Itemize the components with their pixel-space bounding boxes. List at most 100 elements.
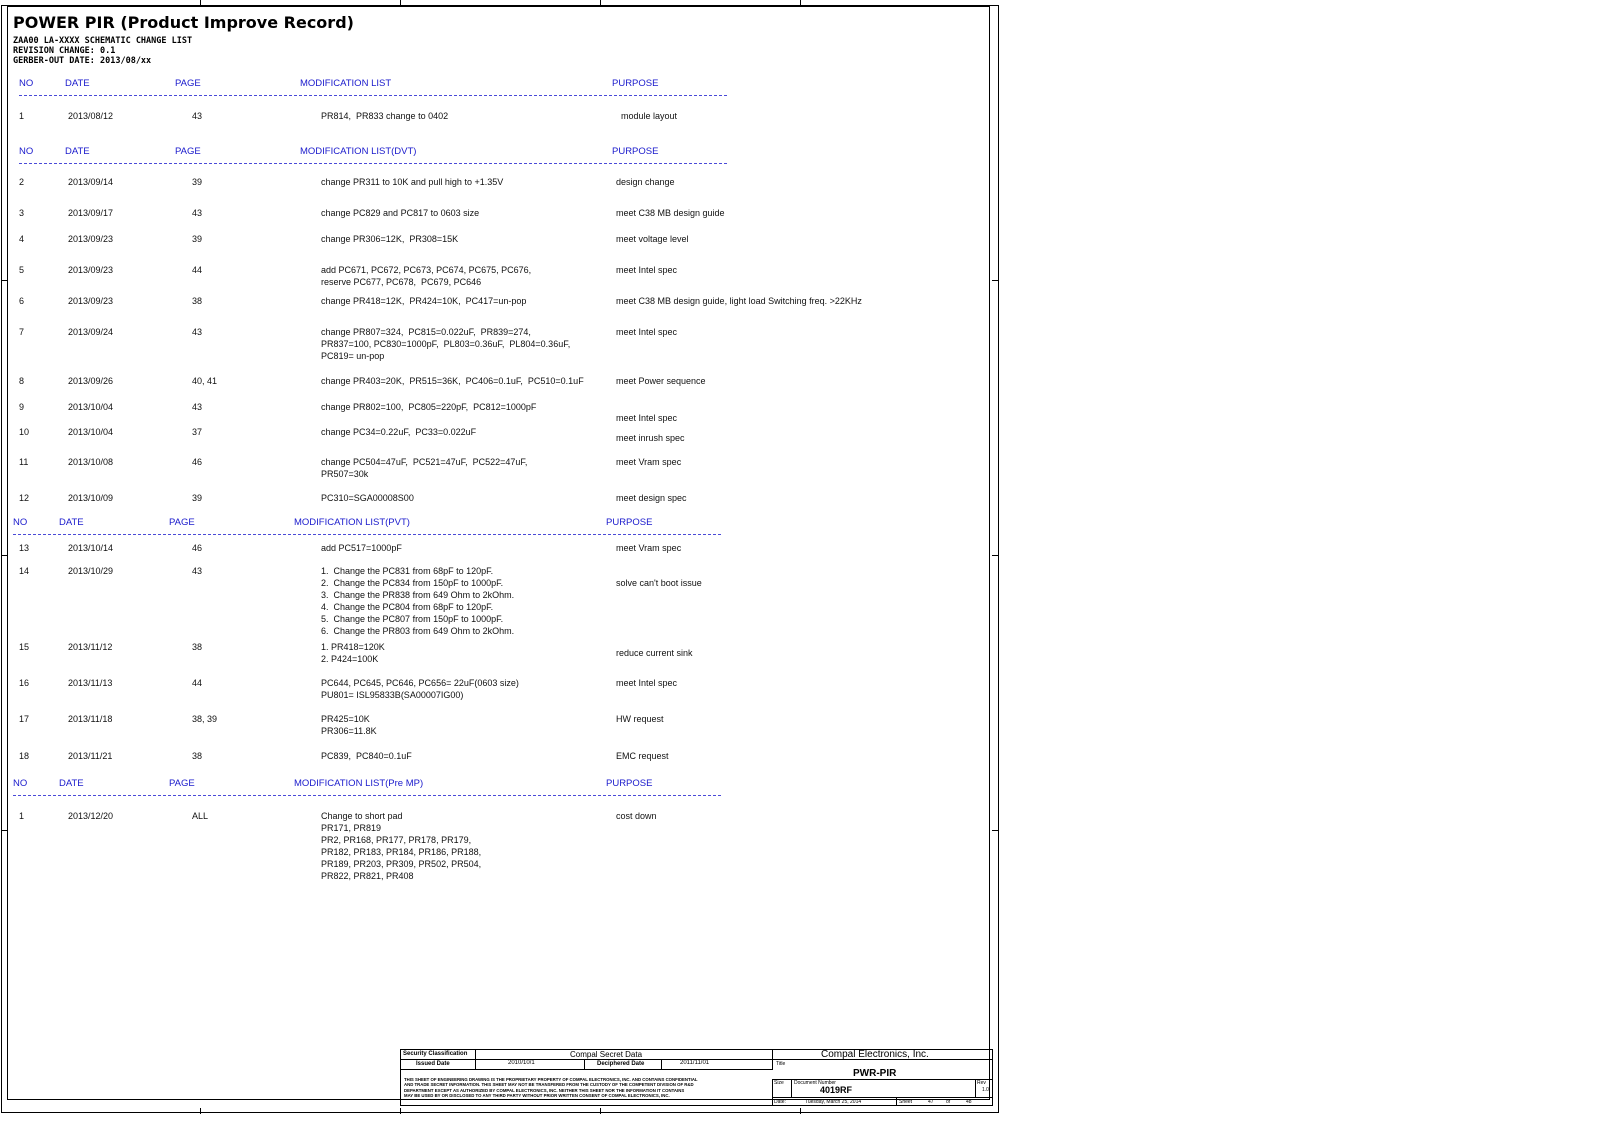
row-page: 38 xyxy=(192,296,203,306)
row-number: 13 xyxy=(19,543,30,553)
row-modification: PR814, PR833 change to 0402 xyxy=(321,111,449,121)
row-modification: change PR418=12K, PR424=10K, PC417=un-po… xyxy=(321,296,527,306)
zone-tick xyxy=(992,555,998,556)
row-date: 2013/12/20 xyxy=(68,811,114,821)
drawing-border-inner xyxy=(7,6,990,1100)
zone-tick xyxy=(1,280,7,281)
row-modification: change PR807=324, PC815=0.022uF, PR839=2… xyxy=(321,327,571,361)
column-header-modification-list: MODIFICATION LIST(DVT) xyxy=(300,146,417,157)
row-page: 39 xyxy=(192,177,203,187)
row-purpose: design change xyxy=(616,177,675,187)
row-page: 43 xyxy=(192,111,203,121)
header-divider xyxy=(19,95,727,96)
zone-tick xyxy=(992,280,998,281)
row-modification: change PC504=47uF, PC521=47uF, PC522=47u… xyxy=(321,457,528,479)
zone-tick xyxy=(600,0,601,6)
row-number: 11 xyxy=(19,457,29,467)
company-name: Compal Electronics, Inc. xyxy=(821,1049,929,1060)
row-purpose: EMC request xyxy=(616,751,669,761)
zone-tick xyxy=(600,1108,601,1114)
row-page: 43 xyxy=(192,208,203,218)
row-page: 40, 41 xyxy=(192,376,218,386)
row-date: 2013/08/12 xyxy=(68,111,114,121)
rev-label: Rev xyxy=(977,1080,986,1086)
row-modification: change PR306=12K, PR308=15K xyxy=(321,234,459,244)
row-number: 2 xyxy=(19,177,25,187)
size-label: Size xyxy=(774,1080,784,1086)
document-number-value: 4019RF xyxy=(820,1085,853,1095)
row-purpose: reduce current sink xyxy=(616,648,693,658)
row-page: 44 xyxy=(192,678,203,688)
row-page: ALL xyxy=(192,811,209,821)
column-header-no: NO xyxy=(13,778,28,789)
issued-date-value: 2010/10/1 xyxy=(508,1060,535,1066)
column-header-no: NO xyxy=(19,146,34,157)
row-date: 2013/10/04 xyxy=(68,402,114,412)
compal-secret-data-label: Compal Secret Data xyxy=(570,1050,643,1059)
issued-date-label: Issued Date xyxy=(416,1061,450,1067)
row-modification: PR425=10K PR306=11.8K xyxy=(321,714,377,736)
row-purpose: meet design spec xyxy=(616,493,687,503)
row-purpose: meet inrush spec xyxy=(616,433,685,443)
row-page: 38, 39 xyxy=(192,714,218,724)
row-modification: change PR311 to 10K and pull high to +1.… xyxy=(321,177,504,187)
row-number: 8 xyxy=(19,376,25,386)
row-number: 1 xyxy=(19,111,25,121)
of-label: of xyxy=(946,1099,951,1105)
deciphered-date-value: 2011/11/01 xyxy=(680,1060,710,1066)
row-purpose: solve can't boot issue xyxy=(616,578,702,588)
page-title: POWER PIR (Product Improve Record) xyxy=(13,13,354,32)
row-date: 2013/09/24 xyxy=(68,327,114,337)
row-purpose: meet Vram spec xyxy=(616,543,682,553)
title-field-label: Title xyxy=(776,1061,786,1067)
row-date: 2013/11/12 xyxy=(68,642,113,652)
revision-change-label: REVISION CHANGE: 0.1 xyxy=(13,46,116,56)
row-date: 2013/09/23 xyxy=(68,265,114,275)
row-number: 12 xyxy=(19,493,30,503)
row-page: 43 xyxy=(192,327,203,337)
row-purpose: meet Intel spec xyxy=(616,413,678,423)
row-page: 39 xyxy=(192,234,203,244)
deciphered-date-label: Deciphered Date xyxy=(597,1061,645,1067)
column-header-purpose: PURPOSE xyxy=(612,78,659,89)
row-number: 7 xyxy=(19,327,25,337)
zone-tick xyxy=(992,830,998,831)
sheet-number: 47 xyxy=(928,1099,934,1105)
column-header-purpose: PURPOSE xyxy=(606,778,653,789)
row-modification: change PC34=0.22uF, PC33=0.022uF xyxy=(321,427,477,437)
security-classification-label: Security Classification xyxy=(403,1051,468,1057)
row-number: 18 xyxy=(19,751,30,761)
column-header-modification-list: MODIFICATION LIST(PVT) xyxy=(294,517,410,528)
row-date: 2013/10/04 xyxy=(68,427,114,437)
row-date: 2013/10/14 xyxy=(68,543,114,553)
total-sheets: 48 xyxy=(966,1099,972,1105)
row-page: 38 xyxy=(192,642,203,652)
zone-tick xyxy=(400,0,401,6)
row-modification: change PR403=20K, PR515=36K, PC406=0.1uF… xyxy=(321,376,584,386)
row-purpose: meet C38 MB design guide, light load Swi… xyxy=(616,296,862,306)
row-date: 2013/09/14 xyxy=(68,177,114,187)
drawing-title: PWR-PIR xyxy=(853,1068,897,1079)
column-header-date: DATE xyxy=(65,78,90,89)
header-divider xyxy=(13,795,721,796)
row-modification: change PC829 and PC817 to 0603 size xyxy=(321,208,480,218)
row-modification: 1. Change the PC831 from 68pF to 120pF. … xyxy=(321,566,515,636)
date-label: Date: xyxy=(774,1099,786,1105)
column-header-purpose: PURPOSE xyxy=(606,517,653,528)
row-number: 5 xyxy=(19,265,25,275)
row-modification: PC644, PC645, PC646, PC656= 22uF(0603 si… xyxy=(321,678,519,700)
row-modification: change PR802=100, PC805=220pF, PC812=100… xyxy=(321,402,537,412)
row-page: 44 xyxy=(192,265,203,275)
row-modification: PC839, PC840=0.1uF xyxy=(321,751,412,761)
column-header-date: DATE xyxy=(65,146,90,157)
column-header-date: DATE xyxy=(59,517,84,528)
row-date: 2013/10/29 xyxy=(68,566,114,576)
row-number: 9 xyxy=(19,402,25,412)
row-number: 14 xyxy=(19,566,30,576)
row-page: 37 xyxy=(192,427,203,437)
zone-tick xyxy=(800,0,801,6)
column-header-no: NO xyxy=(13,517,28,528)
row-purpose: meet Intel spec xyxy=(616,678,678,688)
column-header-page: PAGE xyxy=(175,146,201,157)
row-purpose: meet voltage level xyxy=(616,234,689,244)
